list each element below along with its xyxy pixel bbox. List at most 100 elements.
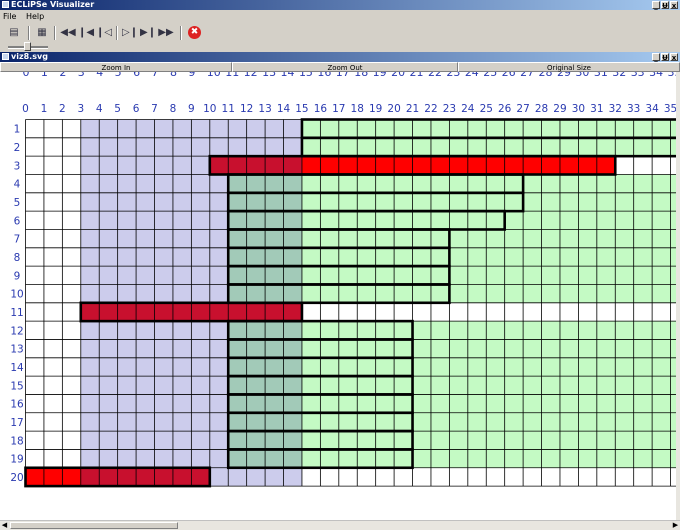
zoom-out-button[interactable]: Zoom Out <box>232 62 458 72</box>
column-label: 31 <box>593 72 608 79</box>
green-cell-row <box>301 119 676 138</box>
green-cell-row <box>301 266 676 285</box>
toolbar-separator <box>116 26 118 40</box>
column-label: 7 <box>151 103 158 115</box>
column-label: 16 <box>314 103 328 115</box>
column-label: 1 <box>40 72 48 79</box>
column-label: 22 <box>427 72 442 79</box>
column-label: 4 <box>96 72 104 79</box>
column-label: 12 <box>240 103 253 115</box>
document-title: viz8.svg <box>11 52 48 61</box>
column-label: 33 <box>627 103 640 115</box>
green-cell-row <box>301 376 676 395</box>
scroll-thumb[interactable] <box>10 522 178 529</box>
app-window-controls: _ Ʉ x <box>652 1 678 10</box>
row-label: 7 <box>14 234 21 246</box>
toolbar-separator <box>54 26 56 40</box>
green-cell-row <box>301 192 676 212</box>
green-cell-row <box>301 321 676 340</box>
green-cell-row <box>301 339 676 358</box>
step-forward-icon[interactable]: ▶❙ <box>140 25 156 41</box>
minimize-button[interactable]: _ <box>652 1 660 10</box>
scroll-right-icon[interactable]: ▶ <box>671 521 680 530</box>
row-label: 6 <box>14 215 21 227</box>
toolbar-separator <box>28 26 30 40</box>
slider-thumb[interactable] <box>24 42 31 51</box>
doc-minimize-button[interactable]: _ <box>652 53 660 62</box>
skip-end-icon[interactable]: ▷❙ <box>122 25 138 41</box>
column-label: 34 <box>645 103 659 115</box>
column-label: 8 <box>169 72 177 79</box>
stop-icon[interactable]: ✖ <box>188 26 201 39</box>
column-label: 13 <box>262 72 277 79</box>
column-label: 8 <box>170 103 177 115</box>
document-window-controls: _ Ʉ x <box>652 53 678 62</box>
column-label: 12 <box>243 72 258 79</box>
menu-help[interactable]: Help <box>26 12 44 21</box>
column-label: 5 <box>114 72 122 79</box>
column-label: 9 <box>188 72 196 79</box>
vertical-scrollbar[interactable] <box>676 72 680 520</box>
green-cell-row <box>301 394 676 413</box>
open-folder-icon[interactable]: ▤ <box>6 25 22 41</box>
schedule-grid: 0 1 2 3 4 5 6 7 8 9 10 11 12 13 14 15 16 17 18 19 20 21 22 23 24… <box>10 103 676 488</box>
document-title-bar: viz8.svg _ Ʉ x <box>0 52 680 62</box>
column-label: 10 <box>206 72 221 79</box>
green-cell-row <box>301 412 676 432</box>
scroll-left-icon[interactable]: ◀ <box>0 521 9 530</box>
original-size-button[interactable]: Original Size <box>458 62 680 72</box>
column-label: 34 <box>649 72 664 79</box>
doc-close-button[interactable]: x <box>670 53 678 62</box>
row-label: 19 <box>10 454 23 466</box>
column-label: 29 <box>556 72 571 79</box>
column-label: 19 <box>369 103 382 115</box>
column-label: 5 <box>114 103 121 115</box>
green-cell-row <box>301 284 676 303</box>
column-label: 28 <box>538 72 553 79</box>
row-label: 9 <box>14 270 21 282</box>
row-label: 15 <box>10 380 23 392</box>
row-label: 5 <box>14 197 21 209</box>
scrolled-header-remnant: 0 1 2 3 4 5 6 7 8 9 10 11 12 13 14 15 16 17 18 19 20 21 22 23 24… <box>0 72 677 80</box>
column-label: 30 <box>575 72 590 79</box>
app-title: ECLiPSe Visualizer <box>11 0 95 9</box>
close-button[interactable]: x <box>670 1 678 10</box>
skip-start-icon[interactable]: ❙◁ <box>96 25 112 41</box>
column-label: 3 <box>77 72 85 79</box>
column-label: 17 <box>332 103 345 115</box>
column-label: 14 <box>280 72 295 79</box>
column-label: 0 <box>22 103 29 115</box>
horizontal-scrollbar[interactable]: ◀ ▶ <box>0 520 680 530</box>
column-label: 10 <box>203 103 216 115</box>
rewind-icon[interactable]: ◀◀ <box>60 25 76 41</box>
speed-slider[interactable] <box>4 42 680 52</box>
menu-file[interactable]: File <box>3 12 16 21</box>
column-label: 3 <box>77 103 84 115</box>
zoom-in-button[interactable]: Zoom In <box>0 62 232 72</box>
column-label: 6 <box>133 72 141 79</box>
doc-maximize-button[interactable]: Ʉ <box>661 53 669 62</box>
column-label: 32 <box>609 103 622 115</box>
green-cell-row <box>301 229 676 248</box>
row-label: 13 <box>10 344 23 356</box>
green-cell-row <box>301 247 676 267</box>
column-label: 35 <box>667 72 676 79</box>
green-cell-row <box>301 449 676 468</box>
grid-view-icon[interactable]: ▦ <box>34 25 50 41</box>
column-label: 28 <box>535 103 548 115</box>
maximize-button[interactable]: Ʉ <box>661 1 669 10</box>
column-label: 24 <box>461 103 475 115</box>
green-cell-row <box>301 174 676 193</box>
column-label: 22 <box>424 103 437 115</box>
red-bar-segment <box>301 156 616 175</box>
step-back-icon[interactable]: ❙◀ <box>78 25 94 41</box>
row-label: 16 <box>10 399 24 411</box>
fast-forward-icon[interactable]: ▶▶ <box>158 25 174 41</box>
column-label: 30 <box>572 103 585 115</box>
green-cell-row <box>301 211 676 230</box>
row-label: 12 <box>10 325 23 337</box>
green-cell-row <box>301 137 676 157</box>
column-label: 25 <box>483 72 498 79</box>
row-label: 8 <box>14 252 21 264</box>
column-label: 26 <box>501 72 516 79</box>
